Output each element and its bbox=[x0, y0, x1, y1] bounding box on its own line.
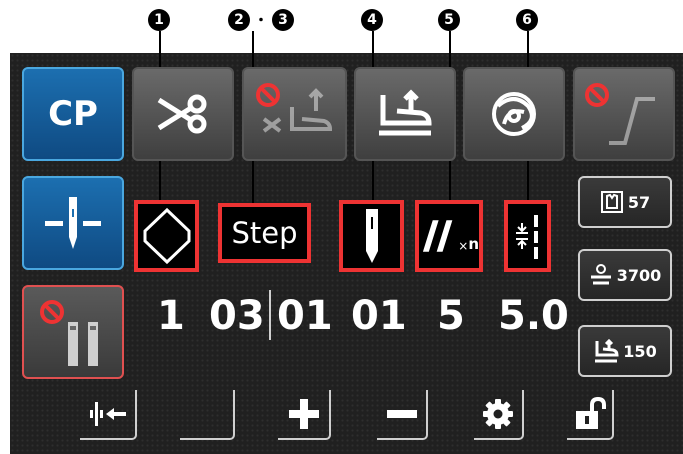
plus-icon bbox=[288, 399, 319, 429]
stitch-back-icon bbox=[89, 402, 126, 426]
callout-4: 4 bbox=[361, 8, 383, 32]
curve-button[interactable] bbox=[573, 67, 675, 161]
repeat-value: 5 bbox=[437, 293, 465, 339]
presser-foot-icon bbox=[595, 339, 619, 363]
callout-1: 1 bbox=[148, 8, 170, 32]
repeat-stitch-box[interactable]: × n bbox=[415, 200, 483, 272]
counter-value: 57 bbox=[627, 192, 651, 212]
bobbin-disabled-icon bbox=[40, 300, 98, 366]
counter-display[interactable]: 57 bbox=[578, 176, 672, 228]
speed-display[interactable]: 3700 bbox=[578, 249, 672, 301]
repeat-count-label: n bbox=[468, 235, 479, 253]
cp-label: CP bbox=[48, 94, 98, 134]
pattern-shape-box[interactable] bbox=[134, 200, 199, 272]
cp-button[interactable]: CP bbox=[22, 67, 124, 161]
speed-icon bbox=[590, 264, 611, 285]
step-value-b: 01 bbox=[277, 293, 333, 339]
presser-height-value: 150 bbox=[623, 341, 657, 361]
presser-foot-lift-icon bbox=[379, 89, 432, 136]
stitch-pitch-box[interactable] bbox=[504, 200, 551, 272]
times-sign: × bbox=[458, 239, 469, 253]
pattern-number: 1 bbox=[157, 293, 185, 339]
curve-disabled-icon bbox=[585, 83, 655, 145]
bobbin-counter-button[interactable] bbox=[22, 285, 124, 379]
callout-5: 5 bbox=[438, 8, 460, 32]
step-label: Step bbox=[231, 216, 298, 250]
step-value-a: 03 bbox=[209, 293, 265, 339]
tension-wheel-icon bbox=[492, 92, 536, 136]
thread-tension-button[interactable] bbox=[463, 67, 565, 161]
trim-presser-button[interactable] bbox=[242, 67, 347, 161]
scissors-icon bbox=[157, 94, 207, 134]
diamond-shape-icon bbox=[143, 207, 190, 265]
plus-button[interactable] bbox=[278, 390, 331, 440]
unlock-icon bbox=[575, 397, 606, 429]
needle-value: 01 bbox=[351, 293, 407, 339]
minus-button[interactable] bbox=[377, 390, 428, 440]
stitch-pitch-icon bbox=[515, 215, 538, 259]
unlock-button[interactable] bbox=[567, 390, 614, 440]
needle-center-icon bbox=[45, 197, 101, 249]
step-box[interactable]: Step bbox=[218, 203, 311, 263]
repeat-stitch-icon bbox=[422, 220, 453, 252]
presser-height-display[interactable]: 150 bbox=[578, 325, 672, 377]
trim-presser-disabled-icon bbox=[255, 83, 332, 133]
thread-trim-button[interactable] bbox=[132, 67, 234, 161]
minus-icon bbox=[386, 410, 417, 418]
settings-button[interactable] bbox=[474, 390, 524, 440]
needle-mode-button[interactable] bbox=[22, 176, 124, 270]
callout-2-3: 2 ・ 3 bbox=[228, 8, 294, 32]
back-stitch-button[interactable] bbox=[80, 390, 137, 440]
speed-value: 3700 bbox=[616, 265, 662, 285]
presser-foot-lift-button[interactable] bbox=[354, 67, 456, 161]
value-divider bbox=[269, 290, 271, 340]
needle-icon bbox=[365, 209, 378, 263]
shirt-counter-icon bbox=[600, 191, 623, 213]
gear-icon bbox=[483, 399, 513, 429]
callout-6: 6 bbox=[516, 8, 538, 32]
pitch-value: 5.0 bbox=[498, 293, 569, 339]
empty-button[interactable] bbox=[180, 390, 235, 440]
needle-box[interactable] bbox=[339, 200, 404, 272]
